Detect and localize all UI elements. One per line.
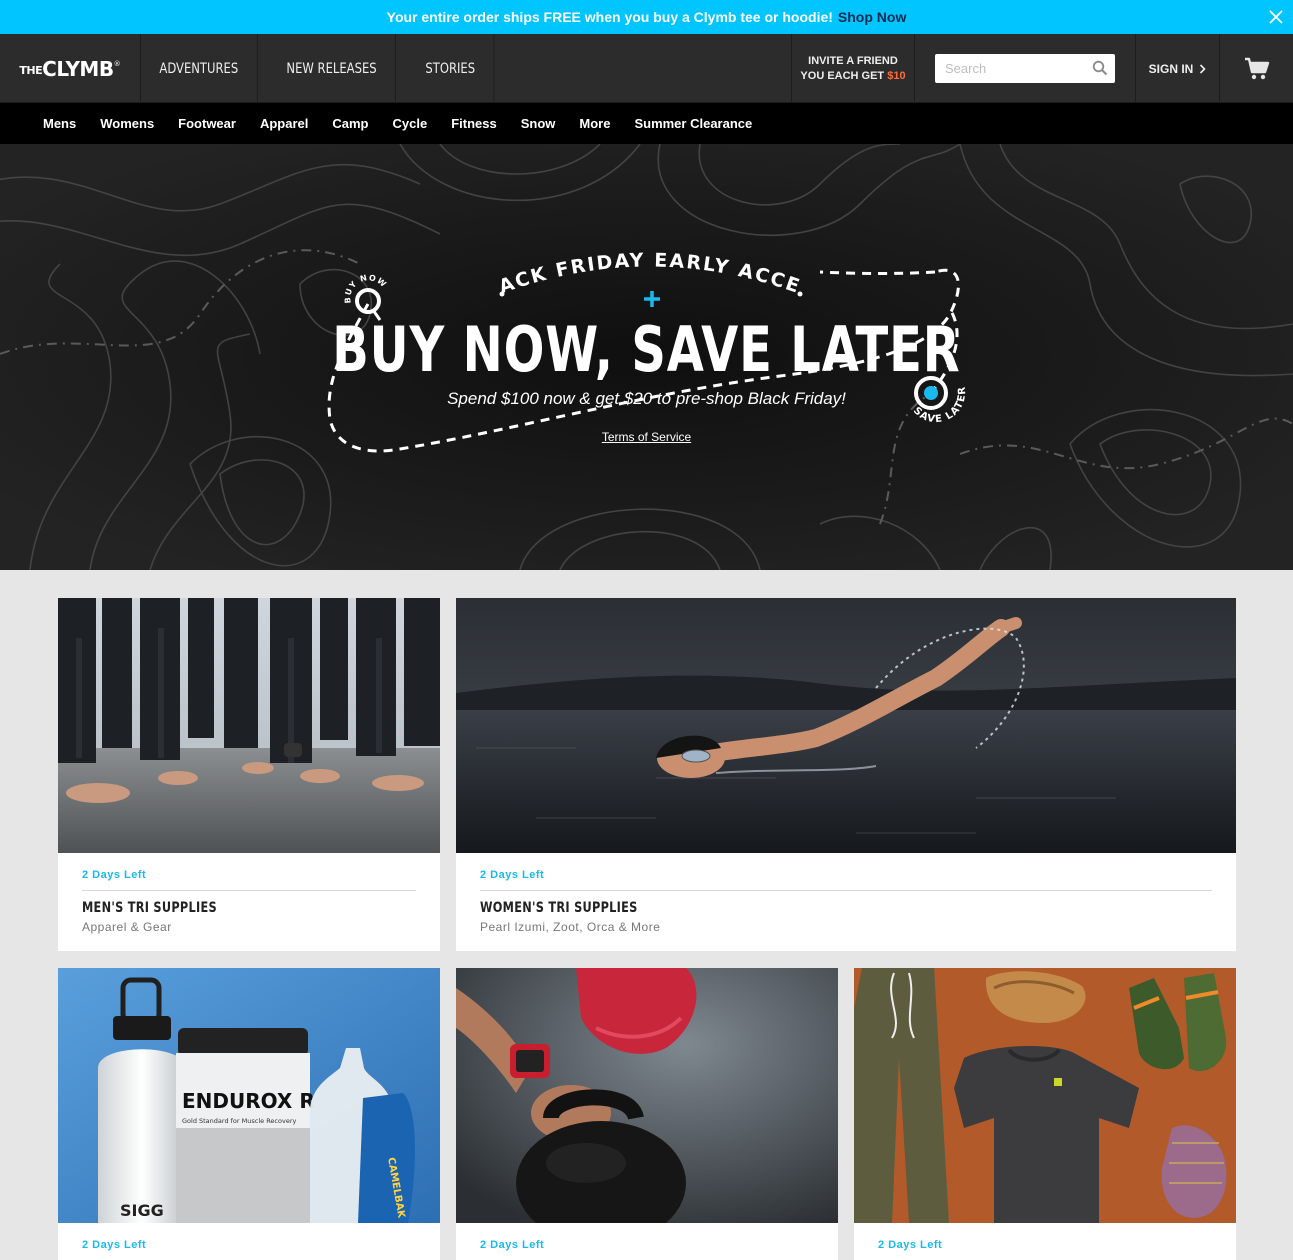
shop-now-link[interactable]: Shop Now bbox=[838, 9, 906, 25]
close-icon[interactable] bbox=[1267, 8, 1285, 26]
chevron-right-icon bbox=[1200, 63, 1206, 74]
category-mens[interactable]: Mens bbox=[31, 116, 88, 131]
cart-icon bbox=[1244, 57, 1269, 79]
hero-subline: Spend $100 now & get $20 to pre-shop Bla… bbox=[447, 389, 846, 408]
hero-banner[interactable]: BLACK FRIDAY EARLY ACCESS BUY NOW SAVE L… bbox=[0, 144, 1293, 570]
category-fitness[interactable]: Fitness bbox=[439, 116, 509, 131]
card-image-mens-tri bbox=[58, 598, 440, 853]
terms-of-service-link[interactable]: Terms of Service bbox=[602, 430, 691, 444]
cart-button[interactable] bbox=[1220, 34, 1293, 103]
days-left-badge: 2 Days Left bbox=[878, 1239, 1212, 1260]
days-left-badge: 2 Days Left bbox=[480, 1239, 814, 1260]
category-snow[interactable]: Snow bbox=[509, 116, 568, 131]
card-image-apparel bbox=[854, 968, 1236, 1223]
promo-text: Your entire order ships FREE when you bu… bbox=[386, 9, 833, 25]
search-container bbox=[915, 34, 1136, 103]
category-womens[interactable]: Womens bbox=[88, 116, 166, 131]
card-image-womens-tri bbox=[456, 598, 1236, 853]
nav-new-releases[interactable]: NEW RELEASES bbox=[268, 34, 396, 103]
card-subtitle: Pearl Izumi, Zoot, Orca & More bbox=[480, 920, 661, 934]
category-camp[interactable]: Camp bbox=[320, 116, 380, 131]
event-card-fitness[interactable]: 2 Days Left bbox=[456, 968, 838, 1260]
nav-adventures[interactable]: ADVENTURES bbox=[141, 34, 258, 103]
sign-in-link[interactable]: SIGN IN bbox=[1136, 34, 1220, 103]
header-spacer bbox=[502, 34, 791, 102]
card-image-fitness bbox=[456, 968, 838, 1223]
event-card-apparel[interactable]: 2 Days Left bbox=[854, 968, 1236, 1260]
tub-brand: ENDUROX R bbox=[182, 1089, 315, 1113]
nav-stories[interactable]: STORIES bbox=[407, 34, 495, 103]
tub-tagline: Gold Standard for Muscle Recovery bbox=[182, 1117, 297, 1125]
main-nav: ADVENTURES NEW RELEASES STORIES bbox=[141, 34, 502, 103]
promo-banner: Your entire order ships FREE when you bu… bbox=[0, 0, 1293, 34]
days-left-badge: 2 Days Left bbox=[82, 869, 416, 891]
category-apparel[interactable]: Apparel bbox=[248, 116, 320, 131]
card-image-nutrition: SIGG ENDUROX R Gold Standard for Muscle … bbox=[58, 968, 440, 1223]
hero-headline: BUY NOW, SAVE LATER bbox=[332, 313, 961, 386]
invite-amount: $10 bbox=[887, 69, 906, 82]
category-cycle[interactable]: Cycle bbox=[381, 116, 440, 131]
main-header: THE CLYMB ® ADVENTURES NEW RELEASES STOR… bbox=[0, 34, 1293, 103]
days-left-badge: 2 Days Left bbox=[480, 869, 1212, 891]
category-footwear[interactable]: Footwear bbox=[166, 116, 248, 131]
category-more[interactable]: More bbox=[567, 116, 622, 131]
category-nav: Mens Womens Footwear Apparel Camp Cycle … bbox=[0, 103, 1293, 144]
bottle-brand: SIGG bbox=[120, 1201, 164, 1220]
search-box bbox=[935, 54, 1115, 83]
card-subtitle: Apparel & Gear bbox=[82, 920, 172, 934]
search-input[interactable] bbox=[935, 54, 1115, 83]
card-title: WOMEN'S TRI SUPPLIES bbox=[480, 900, 638, 916]
invite-friend-link[interactable]: INVITE A FRIEND YOU EACH GET $10 bbox=[791, 34, 915, 103]
event-card-womens-tri[interactable]: 2 Days Left WOMEN'S TRI SUPPLIES Pearl I… bbox=[456, 598, 1236, 951]
event-card-nutrition[interactable]: SIGG ENDUROX R Gold Standard for Muscle … bbox=[58, 968, 440, 1260]
search-icon[interactable] bbox=[1092, 60, 1108, 76]
card-title: MEN'S TRI SUPPLIES bbox=[82, 900, 217, 916]
days-left-badge: 2 Days Left bbox=[82, 1239, 416, 1260]
logo[interactable]: THE CLYMB ® bbox=[0, 34, 141, 103]
event-card-mens-tri[interactable]: 2 Days Left MEN'S TRI SUPPLIES Apparel &… bbox=[58, 598, 440, 951]
category-summer-clearance[interactable]: Summer Clearance bbox=[622, 116, 764, 131]
